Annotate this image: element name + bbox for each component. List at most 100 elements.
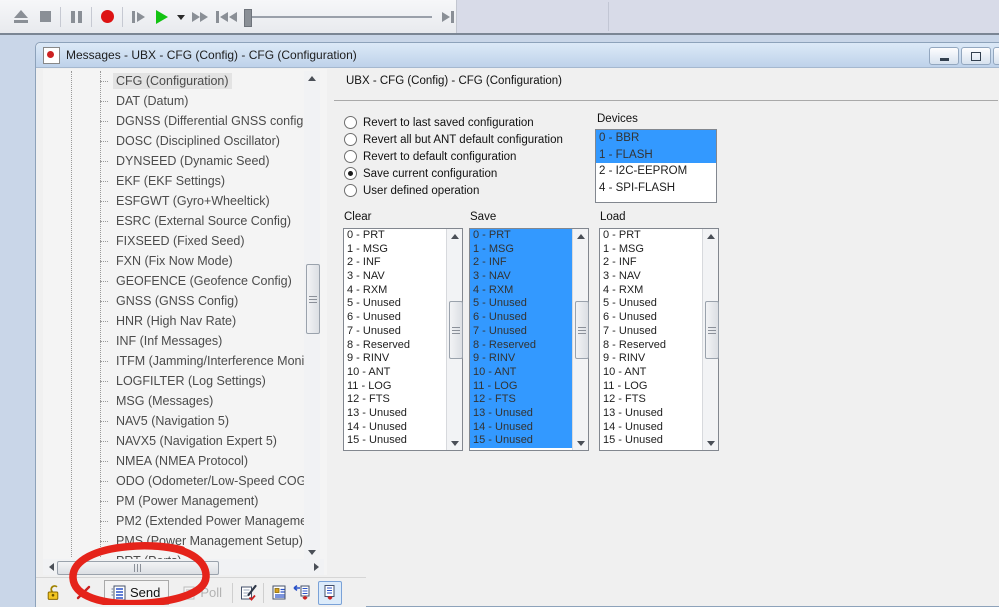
skip-to-end-icon[interactable] bbox=[436, 5, 460, 29]
list-option[interactable]: 6 - Unused bbox=[344, 311, 447, 325]
delete-icon[interactable] bbox=[72, 582, 94, 604]
list-option[interactable]: 9 - RINV bbox=[344, 352, 447, 366]
list-option[interactable]: 11 - LOG bbox=[470, 380, 573, 394]
tree-item[interactable]: MSG (Messages) bbox=[43, 391, 305, 411]
scroll-down-icon[interactable] bbox=[573, 436, 588, 450]
step-forward-icon[interactable] bbox=[126, 5, 150, 29]
message-setup-icon[interactable] bbox=[237, 582, 259, 604]
list-option[interactable]: 13 - Unused bbox=[470, 407, 573, 421]
list-option[interactable]: 7 - Unused bbox=[600, 325, 703, 339]
poll-button[interactable]: Poll bbox=[173, 581, 228, 604]
config-radio[interactable]: Revert to default configuration bbox=[344, 148, 563, 165]
tree-vertical-scrollbar[interactable] bbox=[304, 71, 320, 559]
list-option[interactable]: 1 - MSG bbox=[344, 243, 447, 257]
tree-item[interactable]: DYNSEED (Dynamic Seed) bbox=[43, 151, 305, 171]
list-option[interactable]: 0 - BBR bbox=[596, 130, 716, 147]
restore-button[interactable] bbox=[961, 47, 991, 65]
list-option[interactable]: 10 - ANT bbox=[470, 366, 573, 380]
tree-item[interactable]: ESFGWT (Gyro+Wheeltick) bbox=[43, 191, 305, 211]
list-option[interactable]: 1 - MSG bbox=[470, 243, 573, 257]
tree-item[interactable]: DGNSS (Differential GNSS configura bbox=[43, 111, 305, 131]
list-option[interactable]: 5 - Unused bbox=[344, 297, 447, 311]
scrollbar-thumb[interactable] bbox=[449, 301, 463, 359]
export-messages-icon[interactable] bbox=[318, 581, 342, 605]
tree-item[interactable]: ODO (Odometer/Low-Speed COG f bbox=[43, 471, 305, 491]
tree-item[interactable]: NMEA (NMEA Protocol) bbox=[43, 451, 305, 471]
tree-item[interactable]: LOGFILTER (Log Settings) bbox=[43, 371, 305, 391]
tree-item[interactable]: NAV5 (Navigation 5) bbox=[43, 411, 305, 431]
copy-message-icon[interactable] bbox=[268, 582, 290, 604]
record-icon[interactable] bbox=[95, 5, 119, 29]
list-option[interactable]: 4 - SPI-FLASH bbox=[596, 180, 716, 197]
list-option[interactable]: 0 - PRT bbox=[470, 229, 573, 243]
list-option[interactable]: 0 - PRT bbox=[344, 229, 447, 243]
list-option[interactable]: 8 - Reserved bbox=[344, 339, 447, 353]
list-option[interactable]: 14 - Unused bbox=[344, 421, 447, 435]
tree-item[interactable]: DOSC (Disciplined Oscillator) bbox=[43, 131, 305, 151]
play-icon[interactable] bbox=[150, 5, 174, 29]
list-option[interactable]: 10 - ANT bbox=[344, 366, 447, 380]
pause-icon[interactable] bbox=[64, 5, 88, 29]
list-option[interactable]: 12 - FTS bbox=[600, 393, 703, 407]
list-option[interactable]: 7 - Unused bbox=[470, 325, 573, 339]
play-options-dropdown-icon[interactable] bbox=[174, 5, 188, 29]
import-messages-icon[interactable] bbox=[290, 582, 312, 604]
tree-item[interactable]: ITFM (Jamming/Interference Monito bbox=[43, 351, 305, 371]
list-option[interactable]: 14 - Unused bbox=[470, 421, 573, 435]
list-option[interactable]: 11 - LOG bbox=[344, 380, 447, 394]
save-listbox[interactable]: 0 - PRT1 - MSG2 - INF3 - NAV4 - RXM5 - U… bbox=[469, 228, 589, 451]
tree-item[interactable]: CFG (Configuration) bbox=[43, 71, 305, 91]
list-option[interactable]: 1 - FLASH bbox=[596, 147, 716, 164]
tree-item[interactable]: GNSS (GNSS Config) bbox=[43, 291, 305, 311]
list-option[interactable]: 11 - LOG bbox=[600, 380, 703, 394]
list-option[interactable]: 3 - NAV bbox=[600, 270, 703, 284]
list-option[interactable]: 5 - Unused bbox=[470, 297, 573, 311]
list-option[interactable]: 15 - Unused bbox=[470, 434, 573, 448]
list-option[interactable]: 6 - Unused bbox=[600, 311, 703, 325]
clear-list-scrollbar[interactable] bbox=[446, 229, 462, 450]
tree-item[interactable]: PMS (Power Management Setup) bbox=[43, 531, 305, 551]
window-titlebar[interactable]: Messages - UBX - CFG (Config) - CFG (Con… bbox=[36, 43, 999, 68]
list-option[interactable]: 0 - PRT bbox=[600, 229, 703, 243]
list-option[interactable]: 15 - Unused bbox=[344, 434, 447, 448]
load-listbox[interactable]: 0 - PRT1 - MSG2 - INF3 - NAV4 - RXM5 - U… bbox=[599, 228, 719, 451]
send-button[interactable]: Send bbox=[104, 580, 169, 605]
tree-item[interactable]: EKF (EKF Settings) bbox=[43, 171, 305, 191]
minimize-button[interactable] bbox=[929, 47, 959, 65]
list-option[interactable]: 8 - Reserved bbox=[600, 339, 703, 353]
config-radio[interactable]: Save current configuration bbox=[344, 165, 563, 182]
list-option[interactable]: 1 - MSG bbox=[600, 243, 703, 257]
load-list-scrollbar[interactable] bbox=[702, 229, 718, 450]
close-button[interactable] bbox=[993, 47, 999, 65]
scroll-up-icon[interactable] bbox=[304, 71, 320, 85]
scroll-down-icon[interactable] bbox=[703, 436, 718, 450]
list-option[interactable]: 9 - RINV bbox=[470, 352, 573, 366]
scroll-down-icon[interactable] bbox=[447, 436, 462, 450]
list-option[interactable]: 6 - Unused bbox=[470, 311, 573, 325]
list-option[interactable]: 8 - Reserved bbox=[470, 339, 573, 353]
list-option[interactable]: 14 - Unused bbox=[600, 421, 703, 435]
tree-item[interactable]: INF (Inf Messages) bbox=[43, 331, 305, 351]
list-option[interactable]: 2 - INF bbox=[600, 256, 703, 270]
scroll-right-icon[interactable] bbox=[308, 560, 324, 574]
config-radio[interactable]: User defined operation bbox=[344, 182, 563, 199]
tree-item[interactable]: HNR (High Nav Rate) bbox=[43, 311, 305, 331]
list-option[interactable]: 3 - NAV bbox=[470, 270, 573, 284]
list-option[interactable]: 3 - NAV bbox=[344, 270, 447, 284]
tree-item[interactable]: PM2 (Extended Power Managemen bbox=[43, 511, 305, 531]
tree-scrollbar-thumb[interactable] bbox=[306, 264, 320, 334]
list-option[interactable]: 7 - Unused bbox=[344, 325, 447, 339]
eject-icon[interactable] bbox=[9, 5, 33, 29]
save-list-scrollbar[interactable] bbox=[572, 229, 588, 450]
list-option[interactable]: 13 - Unused bbox=[600, 407, 703, 421]
config-radio[interactable]: Revert to last saved configuration bbox=[344, 114, 563, 131]
tree-item[interactable]: NAVX5 (Navigation Expert 5) bbox=[43, 431, 305, 451]
list-option[interactable]: 5 - Unused bbox=[600, 297, 703, 311]
list-option[interactable]: 4 - RXM bbox=[600, 284, 703, 298]
tree-item[interactable]: FIXSEED (Fixed Seed) bbox=[43, 231, 305, 251]
tree-item[interactable]: DAT (Datum) bbox=[43, 91, 305, 111]
devices-listbox[interactable]: 0 - BBR1 - FLASH2 - I2C-EEPROM4 - SPI-FL… bbox=[595, 129, 717, 203]
tree-horizontal-scrollbar[interactable] bbox=[43, 559, 324, 575]
fast-forward-icon[interactable] bbox=[188, 5, 212, 29]
stop-icon[interactable] bbox=[33, 5, 57, 29]
